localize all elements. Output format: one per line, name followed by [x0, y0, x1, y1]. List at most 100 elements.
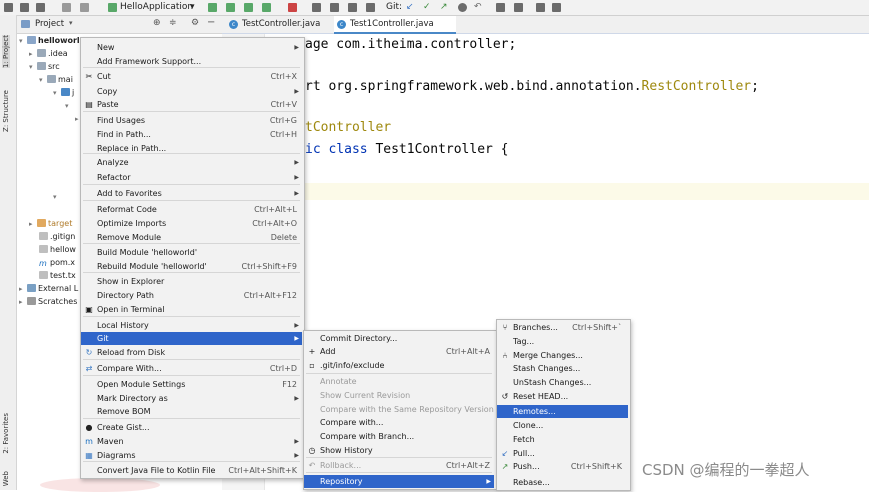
git-commit-icon[interactable]: ✓	[423, 2, 431, 12]
git-menu-item-show-history[interactable]: ◷ Show History	[304, 444, 494, 457]
repo-menu-item-remotes[interactable]: Remotes...	[497, 405, 628, 418]
save-icon[interactable]	[20, 3, 29, 12]
search-icon[interactable]	[366, 3, 375, 12]
context-menu-item-open-in-terminal[interactable]: ▣ Open in Terminal	[81, 303, 302, 316]
tree-item-idea[interactable]: ▸ .idea	[29, 49, 68, 58]
history-icon[interactable]	[458, 3, 467, 12]
web-tool-tab[interactable]: Web	[2, 471, 10, 486]
git-menu-item-rollback[interactable]: ↶ Rollback... Ctrl+Alt+Z	[304, 459, 494, 472]
presentation-icon[interactable]	[536, 3, 545, 12]
tree-item-package[interactable]: ▾	[65, 101, 73, 110]
back-icon[interactable]	[62, 3, 71, 12]
context-menu-item-find-in-path[interactable]: Find in Path... Ctrl+H	[81, 128, 302, 141]
context-menu-item-reformat-code[interactable]: Reformat Code Ctrl+Alt+L	[81, 203, 302, 216]
settings-icon[interactable]	[496, 3, 505, 12]
git-menu-item-compare-with[interactable]: Compare with...	[304, 416, 494, 429]
repo-menu-item-fetch[interactable]: Fetch	[497, 433, 628, 446]
repo-menu-item-tag[interactable]: Tag...	[497, 335, 628, 348]
profile-icon[interactable]	[262, 3, 271, 12]
build-icon[interactable]	[312, 3, 321, 12]
structure-tool-tab[interactable]: Z: Structure	[2, 90, 10, 132]
context-menu-item-maven[interactable]: m Maven ▶	[81, 435, 302, 448]
tree-item-scratches[interactable]: ▸ Scratches	[19, 297, 77, 306]
git-menu-item-commit-directory[interactable]: Commit Directory...	[304, 332, 494, 345]
wrench-icon[interactable]	[514, 3, 523, 12]
run-icon[interactable]	[208, 3, 217, 12]
repo-menu-item-unstash-changes[interactable]: UnStash Changes...	[497, 376, 628, 389]
context-menu-item-show-in-explorer[interactable]: Show in Explorer	[81, 275, 302, 288]
git-menu-item-add[interactable]: + Add Ctrl+Alt+A	[304, 345, 494, 358]
structure-icon[interactable]	[330, 3, 339, 12]
tree-item-gitignore[interactable]: .gitign	[39, 232, 75, 241]
hide-icon[interactable]: −	[207, 17, 215, 28]
git-menu-item-compare-with-branch[interactable]: Compare with Branch...	[304, 430, 494, 443]
project-panel-title[interactable]: Project	[35, 19, 64, 29]
stop-icon[interactable]	[288, 3, 297, 12]
collapse-icon[interactable]: ≑	[169, 18, 177, 28]
debug-icon[interactable]	[226, 3, 235, 12]
repo-menu-item-pull[interactable]: ↙ Pull...	[497, 447, 628, 460]
context-menu-item-analyze[interactable]: Analyze ▶	[81, 156, 302, 169]
git-menu-item-repository[interactable]: Repository ▶	[304, 475, 494, 488]
tree-item-target[interactable]: ▸ target	[29, 219, 72, 228]
project-tool-tab[interactable]: 1: Project	[2, 35, 10, 68]
context-menu-item-optimize-imports[interactable]: Optimize Imports Ctrl+Alt+O	[81, 217, 302, 230]
menu-separator	[83, 243, 300, 244]
tree-item-root[interactable]: ▾ helloworl	[19, 36, 80, 45]
context-menu-item-open-module-settings[interactable]: Open Module Settings F12	[81, 378, 302, 391]
context-menu-item-refactor[interactable]: Refactor ▶	[81, 171, 302, 184]
tree-item-pom[interactable]: m pom.x	[39, 258, 75, 268]
repo-menu-item-rebase[interactable]: Rebase...	[497, 476, 628, 489]
context-menu-item-copy[interactable]: Copy ▶	[81, 85, 302, 98]
context-menu-item-reload-from-disk[interactable]: ↻ Reload from Disk	[81, 346, 302, 359]
context-menu-item-directory-path[interactable]: Directory Path Ctrl+Alt+F12	[81, 289, 302, 302]
tab-testcontroller[interactable]: c TestController.java	[226, 16, 342, 32]
git-push-icon[interactable]: ↗	[440, 2, 448, 12]
tree-item-src[interactable]: ▾ src	[29, 62, 60, 71]
run-config-dropdown-icon[interactable]: ▾	[190, 2, 195, 12]
git-menu-item-annotate[interactable]: Annotate	[304, 375, 494, 388]
tree-item-main[interactable]: ▾ mai	[39, 75, 73, 84]
context-menu-item-new[interactable]: New ▶	[81, 41, 302, 54]
context-menu-item-git[interactable]: Git ▶	[81, 332, 302, 345]
context-menu-item-paste[interactable]: ▤ Paste Ctrl+V	[81, 98, 302, 111]
git-menu-item-compare-with-the-same-repository-version[interactable]: Compare with the Same Repository Version	[304, 403, 494, 416]
tree-item-resources[interactable]: ▾	[53, 192, 61, 201]
tree-item-iml[interactable]: hellow	[39, 245, 76, 254]
context-menu-item-find-usages[interactable]: Find Usages Ctrl+G	[81, 114, 302, 127]
git-update-icon[interactable]: ↙	[406, 2, 414, 12]
tree-item-test[interactable]: test.tx	[39, 271, 76, 280]
context-menu-item-add-to-favorites[interactable]: Add to Favorites ▶	[81, 187, 302, 200]
tab-test1controller[interactable]: c Test1Controller.java	[334, 16, 456, 34]
coverage-icon[interactable]	[244, 3, 253, 12]
repo-menu-item-branches[interactable]: ⑂ Branches... Ctrl+Shift+`	[497, 321, 628, 334]
repo-menu-item-reset-head[interactable]: ↺ Reset HEAD...	[497, 390, 628, 403]
search-everywhere-icon[interactable]	[552, 3, 561, 12]
gear-icon[interactable]: ⚙	[191, 18, 199, 28]
repo-menu-item-clone[interactable]: Clone...	[497, 419, 628, 432]
context-menu-item-build-module-helloworld[interactable]: Build Module 'helloworld'	[81, 246, 302, 259]
locate-icon[interactable]: ⊕	[153, 18, 161, 28]
open-icon[interactable]	[4, 3, 13, 12]
context-menu-item-create-gist[interactable]: ● Create Gist...	[81, 421, 302, 434]
sync-icon[interactable]	[36, 3, 45, 12]
context-menu-item-remove-bom[interactable]: Remove BOM	[81, 405, 302, 418]
context-menu-item-compare-with[interactable]: ⇄ Compare With... Ctrl+D	[81, 362, 302, 375]
context-menu-item-cut[interactable]: ✂ Cut Ctrl+X	[81, 70, 302, 83]
repo-menu-item-merge-changes[interactable]: ⑃ Merge Changes...	[497, 349, 628, 362]
context-menu-item-local-history[interactable]: Local History ▶	[81, 319, 302, 332]
context-menu-item-mark-directory-as[interactable]: Mark Directory as ▶	[81, 392, 302, 405]
tree-item-java[interactable]: ▾ j	[53, 88, 74, 97]
favorites-tool-tab[interactable]: 2: Favorites	[2, 413, 10, 454]
forward-icon[interactable]	[80, 3, 89, 12]
tree-item-external-libraries[interactable]: ▸ External L	[19, 284, 78, 293]
run-config-select[interactable]: HelloApplication	[120, 2, 193, 12]
repo-menu-item-stash-changes[interactable]: Stash Changes...	[497, 362, 628, 375]
project-view-dropdown-icon[interactable]: ▾	[69, 19, 73, 27]
sdk-icon[interactable]	[348, 3, 357, 12]
git-menu-item-git-info-exclude[interactable]: ▫ .git/info/exclude	[304, 359, 494, 372]
context-menu-item-convert-java-file-to-kotlin-file[interactable]: Convert Java File to Kotlin File Ctrl+Alt…	[81, 464, 302, 477]
git-menu-item-show-current-revision[interactable]: Show Current Revision	[304, 389, 494, 402]
repo-menu-item-push[interactable]: ↗ Push... Ctrl+Shift+K	[497, 460, 628, 473]
rollback-icon[interactable]: ↶	[474, 2, 482, 12]
